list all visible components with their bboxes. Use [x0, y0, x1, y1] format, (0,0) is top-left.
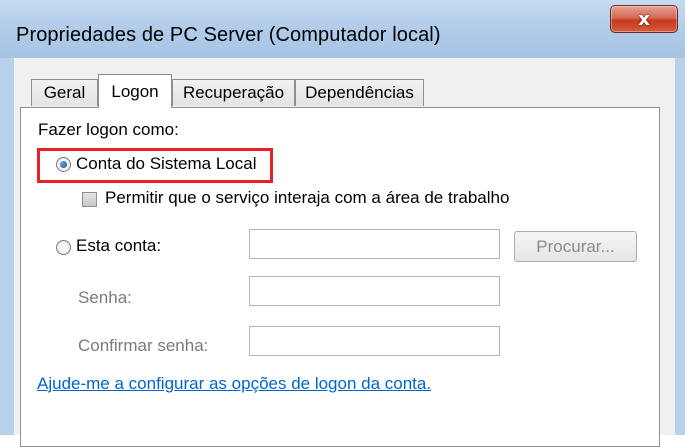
title-bar[interactable]: Propriedades de PC Server (Computador lo… [0, 0, 685, 58]
tab-logon[interactable]: Logon [98, 74, 172, 108]
interact-desktop-checkbox[interactable] [82, 192, 97, 207]
window-frame-left [0, 58, 14, 435]
confirm-password-input[interactable] [249, 326, 500, 356]
account-input[interactable] [249, 229, 500, 259]
tab-recuperacao[interactable]: Recuperação [172, 79, 295, 106]
logon-as-label: Fazer logon como: [38, 120, 179, 139]
password-label: Senha: [78, 288, 132, 307]
close-button[interactable]: x [610, 5, 678, 33]
help-link[interactable]: Ajude-me a configurar as opções de logon… [37, 374, 431, 394]
properties-window: Propriedades de PC Server (Computador lo… [0, 0, 685, 447]
tab-geral[interactable]: Geral [31, 79, 98, 106]
local-system-label[interactable]: Conta do Sistema Local [76, 154, 257, 174]
interact-desktop-label[interactable]: Permitir que o serviço interaja com a ár… [105, 188, 509, 208]
confirm-password-label: Confirmar senha: [78, 336, 209, 355]
this-account-radio[interactable] [56, 240, 71, 255]
window-title: Propriedades de PC Server (Computador lo… [16, 24, 441, 46]
close-icon: x [638, 8, 650, 30]
password-input[interactable] [249, 276, 500, 306]
window-frame-right [675, 58, 685, 435]
local-system-radio[interactable] [56, 157, 71, 172]
browse-button[interactable]: Procurar... [514, 231, 637, 262]
tab-dependencias[interactable]: Dependências [295, 79, 424, 106]
tab-bar: Geral Logon Recuperação Dependências [14, 58, 675, 110]
this-account-label[interactable]: Esta conta: [76, 236, 161, 256]
